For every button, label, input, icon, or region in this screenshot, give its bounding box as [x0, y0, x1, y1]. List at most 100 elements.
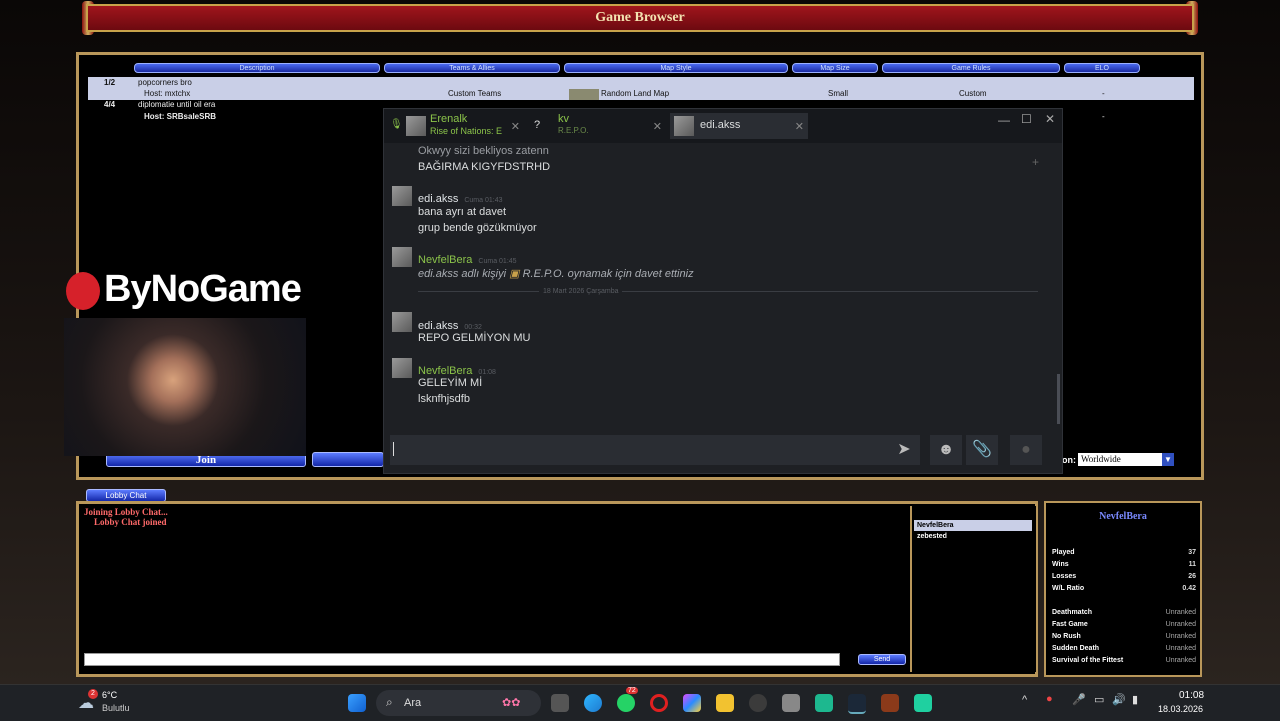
battery-icon[interactable]: ▮: [1132, 693, 1138, 706]
message-text: grup bende gözükmüyor: [418, 222, 537, 234]
search-bar[interactable]: ⌕ Ara ✿✿: [376, 690, 541, 716]
app-icon[interactable]: [815, 694, 833, 712]
avatar[interactable]: [392, 186, 412, 206]
emoji-icon[interactable]: ☻: [930, 435, 962, 465]
player-stats-panel: NevfelBera Played 37 Wins 11 Losses 26 W/L …: [1044, 501, 1202, 677]
maximize-icon[interactable]: ☐: [1021, 112, 1032, 126]
date-divider: [418, 291, 1038, 292]
game-icon: ▣: [509, 268, 520, 280]
rank-sudden-death: Sudden Death Unranked: [1052, 645, 1196, 652]
row2-name[interactable]: diplomatie until oil era: [138, 100, 215, 109]
sender-name[interactable]: NevfelBera: [418, 254, 472, 266]
invite-text: edi.akss adlı kişiyi: [418, 268, 507, 280]
add-friend-icon[interactable]: +: [1032, 155, 1039, 169]
close-icon[interactable]: ✕: [511, 120, 520, 133]
clock-time[interactable]: 01:08: [1179, 690, 1204, 701]
weather-temp: 6°C: [102, 690, 118, 700]
timestamp: 00:32: [464, 324, 482, 331]
row-size: Small: [828, 89, 849, 98]
lobby-chat-input[interactable]: [84, 653, 840, 666]
player-name: NevfelBera: [1099, 511, 1147, 522]
network-icon[interactable]: ▭: [1094, 693, 1104, 706]
whatsapp-icon[interactable]: [617, 694, 635, 712]
row2-players: 4/4: [104, 100, 116, 109]
volume-icon[interactable]: 🔊: [1112, 693, 1126, 706]
timestamp: Cuma 01:45: [478, 258, 517, 265]
stat-wins: Wins 11: [1052, 561, 1196, 568]
task-view-icon[interactable]: [551, 694, 569, 712]
tab-name: edi.akss: [700, 119, 741, 131]
game-browser-title: Game Browser: [86, 4, 1194, 32]
voice-icon[interactable]: ●: [1010, 435, 1042, 465]
steam-icon[interactable]: [848, 694, 866, 714]
app-icon[interactable]: [914, 694, 932, 712]
lobby-msg-joined: Lobby Chat joined: [94, 517, 167, 527]
col-game-rules[interactable]: Game Rules: [882, 63, 1060, 73]
tab-name: Erenalk: [430, 113, 468, 125]
tab-erenalk[interactable]: 🎙 Erenalk Rise of Nations: E ✕: [386, 113, 524, 139]
col-teams[interactable]: Teams & Allies: [384, 63, 560, 73]
sender-name[interactable]: edi.akss: [418, 320, 458, 332]
row2-elo: -: [1102, 112, 1105, 121]
tab-edi-akss[interactable]: edi.akss ✕: [670, 113, 808, 139]
invite-game-text: R.E.P.O. oynamak için davet ettiniz: [522, 268, 694, 280]
copilot-icon[interactable]: [683, 694, 701, 712]
rank-no-rush: No Rush Unranked: [1052, 633, 1196, 640]
store-icon[interactable]: [782, 694, 800, 712]
user-item[interactable]: NevfelBera: [914, 520, 1032, 531]
row-elo: -: [1102, 89, 1105, 98]
secondary-button[interactable]: [312, 452, 384, 467]
tab-subtitle: Rise of Nations: E: [430, 126, 503, 136]
row-players: 1/2: [104, 78, 116, 87]
row-host: Host: mxtchx: [144, 89, 191, 98]
avatar[interactable]: [392, 247, 412, 267]
chat-scrollbar[interactable]: [1057, 374, 1060, 424]
search-placeholder: Ara: [404, 697, 422, 709]
sender-name[interactable]: NevfelBera: [418, 365, 472, 377]
col-description[interactable]: Description: [134, 63, 380, 73]
sender-name[interactable]: edi.akss: [418, 193, 458, 205]
send-icon[interactable]: ➤: [888, 435, 920, 465]
windows-start-icon[interactable]: [348, 694, 366, 712]
stat-losses: Losses 26: [1052, 573, 1196, 580]
tab-subtitle: R.E.P.O.: [558, 126, 589, 135]
col-map-size[interactable]: Map Size: [792, 63, 878, 73]
taskbar: ☁ 2 6°C Bulutlu ⌕ Ara ✿✿ 72 ^ ● 🎤 ▭ 🔊 ▮ …: [0, 684, 1280, 721]
edge-icon[interactable]: [584, 694, 602, 712]
text-cursor: [393, 442, 394, 456]
col-map-style[interactable]: Map Style: [564, 63, 788, 73]
lobby-msg-joining: Joining Lobby Chat...: [84, 507, 168, 517]
message-header: NevfelBera Cuma 01:45: [418, 250, 517, 268]
steelseries-icon[interactable]: [749, 694, 767, 712]
region-select[interactable]: Worldwide ▼: [1078, 453, 1174, 466]
close-icon[interactable]: ✕: [653, 120, 662, 133]
row-teams: Custom Teams: [448, 89, 502, 98]
avatar: [406, 116, 426, 136]
chevron-down-icon[interactable]: ▼: [1162, 453, 1174, 466]
chat-tab-bar: 🎙 Erenalk Rise of Nations: E ✕ ? kv R.E.…: [384, 109, 1062, 143]
chevron-up-icon[interactable]: ^: [1022, 694, 1027, 706]
close-window-icon[interactable]: ✕: [1045, 112, 1055, 126]
message-text: GELEYİM Mİ: [418, 377, 483, 389]
user-item[interactable]: zebested: [914, 531, 1036, 542]
microphone-icon[interactable]: 🎤: [1072, 693, 1086, 706]
avatar[interactable]: [392, 312, 412, 332]
game-icon[interactable]: [881, 694, 899, 712]
minimize-icon[interactable]: —: [998, 113, 1010, 127]
message-text: Okwyy sizi bekliyos zatenn: [418, 145, 549, 157]
timestamp: 01:08: [478, 369, 496, 376]
attach-icon[interactable]: 📎: [966, 435, 998, 465]
close-icon[interactable]: ✕: [795, 120, 804, 133]
clock-date[interactable]: 18.03.2026: [1158, 704, 1203, 714]
tray-app-icon[interactable]: ●: [1046, 693, 1053, 705]
message-input[interactable]: [390, 435, 888, 465]
message-header: edi.akss Cuma 01:43: [418, 189, 503, 207]
file-explorer-icon[interactable]: [716, 694, 734, 712]
send-button[interactable]: Send: [858, 654, 906, 665]
col-elo[interactable]: ELO: [1064, 63, 1140, 73]
opera-icon[interactable]: [650, 694, 668, 712]
tab-kv[interactable]: ? kv R.E.P.O. ✕: [528, 113, 666, 139]
avatar[interactable]: [392, 358, 412, 378]
map-thumbnail: [569, 89, 599, 100]
webcam-feed: [64, 318, 306, 456]
